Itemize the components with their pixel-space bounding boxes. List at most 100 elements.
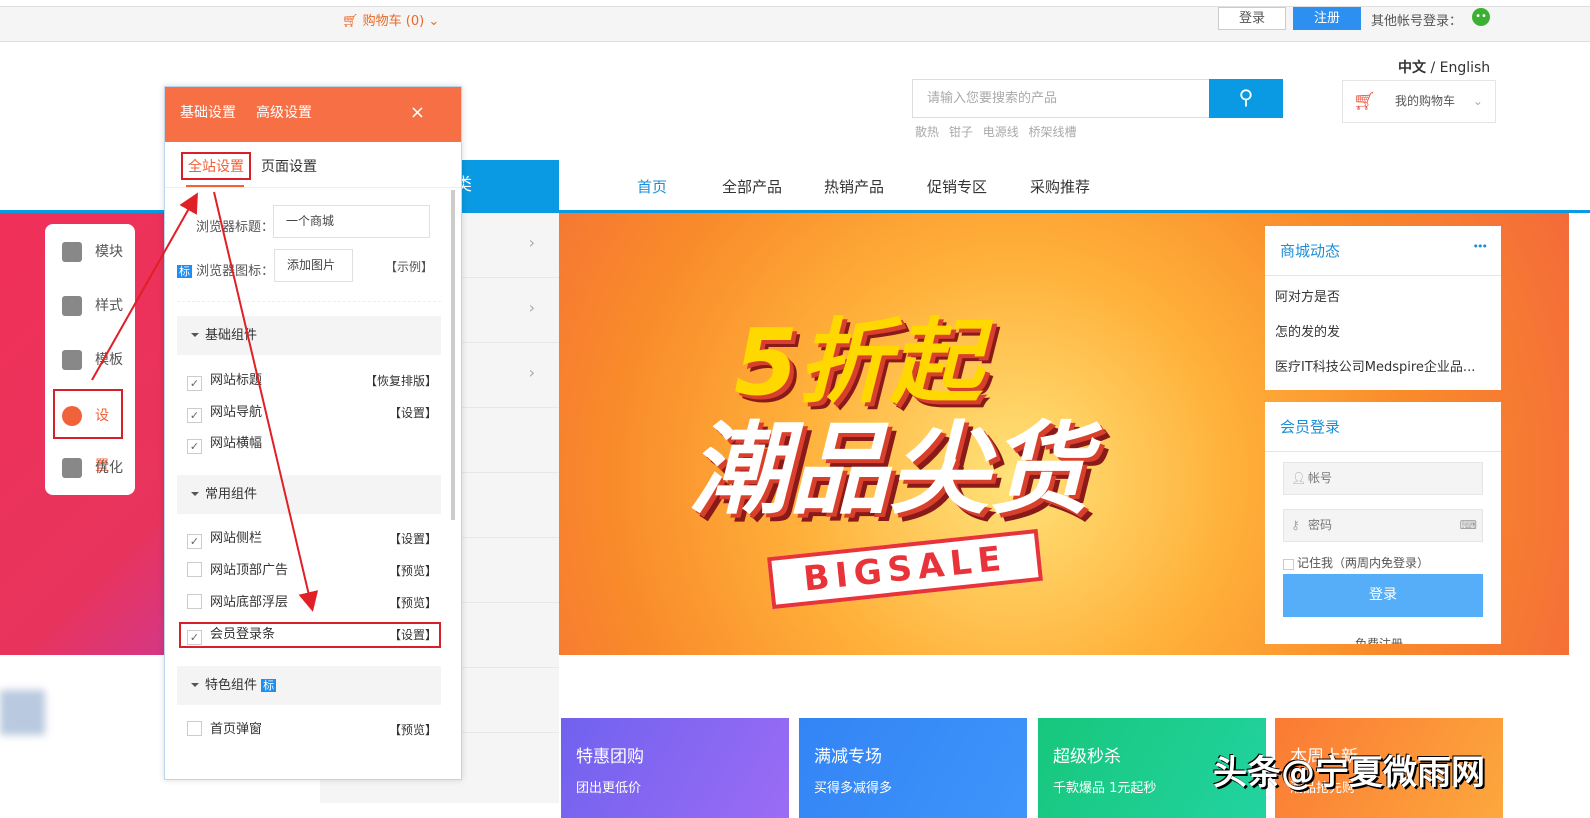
banner-subheadline: 潮品尖货: [689, 411, 1089, 528]
settings-panel: 基础设置 高级设置 × 全站设置 页面设置 浏览器标题： 一个商城 标 浏览器图标：…: [164, 86, 462, 780]
free-register-link[interactable]: 免费注册: [1355, 635, 1403, 644]
wechat-icon[interactable]: ••: [1472, 8, 1490, 26]
checkbox-checked[interactable]: ✓: [187, 408, 202, 423]
option-site-banner[interactable]: ✓ 网站横幅: [187, 435, 437, 455]
cart-icon: 🛒︎: [342, 14, 363, 29]
editor-toolbar: 模块 样式 模板 设置 优化: [45, 224, 135, 495]
login-button[interactable]: 登录: [1218, 7, 1286, 30]
panel-scrollbar[interactable]: [451, 190, 455, 520]
tool-templates[interactable]: 模板: [55, 335, 125, 385]
more-icon[interactable]: •••: [1473, 240, 1489, 253]
settings-link[interactable]: 【设置】: [389, 404, 437, 422]
tool-modules[interactable]: 模块: [55, 227, 125, 277]
option-site-title[interactable]: ✓ 网站标题 【恢复排版】: [187, 372, 437, 392]
cart-icon: 🛒︎: [1353, 91, 1376, 112]
preview-link[interactable]: 【预览】: [389, 721, 437, 739]
panel-subtabs: 全站设置 页面设置: [165, 142, 461, 188]
search-input[interactable]: 请输入您要搜索的产品: [912, 79, 1210, 118]
nav-recommend[interactable]: 采购推荐: [1030, 176, 1090, 197]
module-icon: [62, 242, 82, 262]
standard-badge: 标: [177, 265, 192, 278]
example-link[interactable]: 【示例】: [385, 258, 433, 275]
news-card: 商城动态 ••• 阿对方是否 怎的发的发 医疗IT科技公司Medspire企业品.…: [1265, 226, 1501, 390]
highlight-box: [179, 622, 441, 648]
add-image-button[interactable]: 添加图片: [274, 249, 353, 282]
remember-checkbox[interactable]: [1283, 559, 1294, 570]
hot-keyword[interactable]: 桥架线槽: [1029, 125, 1077, 139]
standard-badge: 标: [261, 679, 277, 692]
nav-promotions[interactable]: 促销专区: [927, 176, 987, 197]
news-item[interactable]: 怎的发的发: [1275, 315, 1491, 350]
hot-keyword[interactable]: 钳子: [949, 125, 973, 139]
lang-sep: /: [1426, 60, 1440, 76]
option-home-popup[interactable]: 首页弹窗 【预览】: [187, 721, 437, 741]
news-item[interactable]: 阿对方是否: [1275, 280, 1491, 315]
tool-settings[interactable]: 设置: [53, 389, 123, 474]
promo-sub: 买得多减得多: [814, 781, 893, 796]
close-icon[interactable]: ×: [410, 87, 425, 139]
register-button[interactable]: 注册: [1293, 7, 1361, 30]
tool-optimize[interactable]: 优化: [55, 443, 125, 493]
section-featured-components[interactable]: 特色组件 标: [177, 666, 441, 705]
hot-keyword[interactable]: 电源线: [983, 125, 1019, 139]
restore-layout-link[interactable]: 【恢复排版】: [365, 372, 437, 390]
my-cart-button[interactable]: 🛒︎ 我的购物车 ⌄: [1342, 80, 1496, 123]
promo-group-buy[interactable]: 特惠团购 团出更低价: [561, 718, 789, 818]
subtab-page-settings[interactable]: 页面设置: [261, 156, 317, 176]
tab-basic-settings[interactable]: 基础设置: [180, 105, 236, 121]
promo-sub: 团出更低价: [576, 781, 642, 796]
divider: [177, 301, 441, 302]
watermark: 头条@宁夏微雨网: [1213, 753, 1485, 793]
nav-hot-products[interactable]: 热销产品: [824, 176, 884, 197]
browser-title-label: 浏览器标题：: [196, 220, 275, 235]
keyboard-icon[interactable]: ⌨: [1460, 510, 1477, 541]
checkbox-checked[interactable]: ✓: [187, 439, 202, 454]
account-input[interactable]: 👤︎ 帐号: [1283, 462, 1483, 495]
chevron-right-icon: ›: [528, 233, 535, 252]
key-icon: ⚷: [1291, 518, 1300, 532]
tool-styles[interactable]: 样式: [55, 281, 125, 331]
promo-title: 满减专场: [814, 747, 882, 767]
search-button[interactable]: ⚲: [1209, 79, 1283, 118]
browser-title-input[interactable]: 一个商城: [273, 205, 430, 238]
other-login-label: 其他帐号登录：: [1371, 14, 1463, 29]
section-basic-components[interactable]: 基础组件: [177, 316, 441, 355]
option-sidebar[interactable]: ✓ 网站侧栏 【设置】: [187, 530, 437, 550]
language-switch[interactable]: 中文 / English: [1398, 57, 1490, 77]
member-login-button[interactable]: 登录: [1283, 574, 1483, 617]
checkbox-unchecked[interactable]: [187, 562, 202, 577]
cart-link[interactable]: 🛒︎ 购物车 (0) ⌄: [342, 10, 439, 29]
hot-keywords: 散热 钳子 电源线 桥架线槽: [915, 123, 1077, 140]
checkbox-checked[interactable]: ✓: [187, 376, 202, 391]
chevron-right-icon: ›: [528, 363, 535, 382]
promo-title: 特惠团购: [576, 747, 644, 767]
lang-en[interactable]: English: [1440, 60, 1491, 76]
settings-icon: [62, 406, 82, 426]
checkbox-unchecked[interactable]: [187, 721, 202, 736]
password-input[interactable]: ⚷ 密码 ⌨: [1283, 509, 1483, 542]
subtab-site-settings[interactable]: 全站设置: [181, 152, 251, 180]
checkbox-unchecked[interactable]: [187, 594, 202, 609]
nav-all-products[interactable]: 全部产品: [722, 176, 782, 197]
promo-discount[interactable]: 满减专场买得多减得多: [799, 718, 1027, 818]
news-item[interactable]: 医疗IT科技公司Medspire企业品...: [1275, 350, 1491, 385]
preview-link[interactable]: 【预览】: [389, 594, 437, 612]
tab-advanced-settings[interactable]: 高级设置: [256, 105, 312, 121]
news-title: 商城动态 •••: [1265, 226, 1501, 276]
panel-header: 基础设置 高级设置 ×: [165, 87, 461, 142]
chevron-down-icon: ⌄: [1472, 94, 1483, 108]
settings-link[interactable]: 【设置】: [389, 530, 437, 548]
nav-home[interactable]: 首页: [637, 176, 667, 197]
hot-keyword[interactable]: 散热: [915, 125, 939, 139]
template-icon: [62, 350, 82, 370]
option-top-ad[interactable]: 网站顶部广告 【预览】: [187, 562, 437, 582]
option-site-nav[interactable]: ✓ 网站导航 【设置】: [187, 404, 437, 424]
remember-me[interactable]: 记住我（两周内免登录）: [1283, 554, 1429, 571]
checkbox-checked[interactable]: ✓: [187, 534, 202, 549]
section-common-components[interactable]: 常用组件: [177, 475, 441, 514]
option-bottom-float[interactable]: 网站底部浮层 【预览】: [187, 594, 437, 614]
lang-zh[interactable]: 中文: [1398, 60, 1426, 76]
search-icon: ⚲: [1238, 85, 1254, 109]
user-icon: 👤︎: [1291, 471, 1307, 485]
preview-link[interactable]: 【预览】: [389, 562, 437, 580]
